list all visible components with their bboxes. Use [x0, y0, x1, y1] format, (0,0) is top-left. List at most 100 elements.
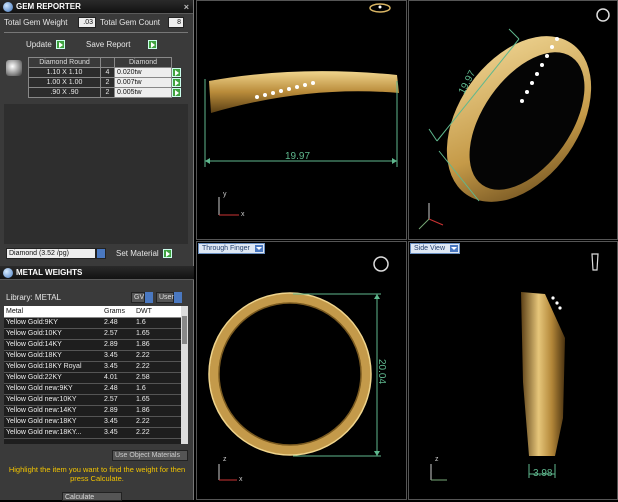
material-row: Diamond (3.52 /pg) Set Material: [6, 248, 172, 259]
left-panel: GEM REPORTER × Total Gem Weight .03 Tota…: [0, 0, 194, 501]
viewport-bottom-right[interactable]: Side View 3.98 z: [408, 241, 618, 500]
viewport-top-right[interactable]: 19.97: [408, 0, 618, 240]
library-label: Library: METAL: [6, 293, 61, 302]
diameter-dimension: 20.04: [376, 358, 388, 385]
ring-band: [209, 71, 399, 113]
table-row[interactable]: Yellow Gold:18KY 3.45 2.22: [4, 350, 182, 362]
user-checkbox[interactable]: [174, 292, 182, 303]
table-row[interactable]: Yellow Gold:9KY 2.48 1.6: [4, 317, 182, 329]
user-toggle[interactable]: User: [156, 292, 174, 303]
table-row[interactable]: Yellow Gold:14KY 2.89 1.86: [4, 339, 182, 351]
table-row[interactable]: Yellow Gold:22KY 4.01 2.58: [4, 372, 182, 384]
total-weight-field: .03: [78, 17, 96, 28]
metal-col-header: Metal: [4, 306, 102, 318]
use-object-materials[interactable]: Use Object Materials: [112, 450, 188, 461]
view-tab-side-view[interactable]: Side View: [410, 243, 461, 254]
gem-count: 2: [100, 87, 115, 98]
update-button[interactable]: [55, 40, 65, 49]
table-row[interactable]: .90 X .90 2 0.005tw: [28, 87, 172, 98]
total-weight-row: Total Gem Weight .03 Total Gem Count 8: [4, 17, 184, 28]
update-row: Update: [26, 40, 65, 49]
gv-checkbox[interactable]: [145, 292, 153, 303]
ring-side-render: [430, 253, 599, 481]
gem-row-button[interactable]: [172, 78, 181, 87]
metal-list: Metal Grams DWT Yellow Gold:9KY 2.48 1.6 Ye…: [4, 306, 188, 444]
view-tab-label: Through Finger: [202, 245, 250, 252]
metal-cell-metal: Yellow Gold new:14KY: [4, 405, 102, 417]
axis-x-label: x: [241, 211, 245, 218]
metal-icon: [3, 268, 13, 278]
save-report-button[interactable]: [148, 40, 158, 49]
gem-header-diamond: Diamond: [114, 57, 172, 68]
set-material-button[interactable]: [162, 249, 172, 258]
metal-cell-grams: 2.57: [102, 328, 134, 340]
gem-table: Diamond Round Diamond 1.10 X 1.10 4 0.02…: [28, 57, 172, 98]
gem-ct: 0.020tw: [114, 67, 172, 78]
library-toggles: GV User: [131, 292, 182, 303]
table-row[interactable]: Yellow Gold:18KY Royal 3.45 2.22: [4, 361, 182, 373]
chevron-down-icon[interactable]: [96, 248, 106, 259]
divider: [4, 32, 188, 33]
metal-cell-dwt: 1.65: [134, 328, 182, 340]
metal-cell-metal: Yellow Gold new:9KY: [4, 383, 102, 395]
scrollbar[interactable]: [181, 306, 188, 444]
metal-cell-metal: Yellow Gold new:10KY: [4, 394, 102, 406]
metal-cell-metal: Yellow Gold new:18KY...: [4, 427, 102, 439]
viewport-bottom-left[interactable]: Through Finger 20.04 z x: [196, 241, 407, 500]
ring-thumbnail-icon: [596, 8, 610, 22]
gem-reporter-header: GEM REPORTER ×: [0, 0, 193, 14]
metal-weights-header: METAL WEIGHTS: [0, 266, 194, 280]
metal-weights-title: METAL WEIGHTS: [16, 268, 83, 277]
gem-row-buttons: [172, 68, 181, 97]
table-row[interactable]: 1.10 X 1.10 4 0.020tw: [28, 67, 172, 78]
gem-row-button[interactable]: [172, 88, 181, 97]
metal-cell-grams: 4.01: [102, 372, 134, 384]
material-select[interactable]: Diamond (3.52 /pg): [6, 248, 96, 259]
width-dimension: 19.97: [285, 151, 311, 162]
table-row[interactable]: Yellow Gold:10KY 2.57 1.65: [4, 328, 182, 340]
table-row[interactable]: 1.00 X 1.00 2 0.007tw: [28, 77, 172, 88]
gem-size: 1.00 X 1.00: [28, 77, 101, 88]
gem-header-count: [100, 57, 115, 68]
metal-cell-metal: Yellow Gold new:18KY: [4, 416, 102, 428]
close-icon[interactable]: ×: [184, 0, 189, 14]
gem-count: 2: [100, 77, 115, 88]
table-row[interactable]: Yellow Gold new:14KY 2.89 1.86: [4, 405, 182, 417]
table-row[interactable]: Yellow Gold new:18KY... 3.45 2.22: [4, 427, 182, 439]
gem-header-shape: Diamond Round: [28, 57, 101, 68]
metal-cell-grams: 3.45: [102, 350, 134, 362]
diamond-icon: [6, 60, 22, 76]
update-label: Update: [26, 40, 52, 49]
chevron-down-icon[interactable]: [254, 245, 263, 252]
metal-cell-grams: 2.57: [102, 394, 134, 406]
gem-row-button[interactable]: [172, 68, 181, 77]
total-weight-label: Total Gem Weight: [4, 18, 68, 27]
gem-size: 1.10 X 1.10: [28, 67, 101, 78]
scrollbar-thumb[interactable]: [182, 316, 187, 344]
view-tab-label: Side View: [414, 245, 446, 252]
table-row[interactable]: Yellow Gold new:9KY 2.48 1.6: [4, 383, 182, 395]
metal-cell-metal: Yellow Gold:9KY: [4, 317, 102, 329]
gem-icon: [3, 2, 13, 12]
ring-perspective-render: [418, 8, 610, 230]
save-report-label: Save Report: [86, 40, 131, 49]
chevron-down-icon[interactable]: [450, 245, 459, 252]
metal-cell-dwt: 1.86: [134, 405, 182, 417]
metal-cell-dwt: 2.22: [134, 350, 182, 362]
table-row[interactable]: Yellow Gold new:18KY 3.45 2.22: [4, 416, 182, 428]
ring-view-icon[interactable]: [368, 3, 392, 13]
view-tab-through-finger[interactable]: Through Finger: [198, 243, 265, 254]
gv-toggle[interactable]: GV: [131, 292, 145, 303]
metal-table: Metal Grams DWT Yellow Gold:9KY 2.48 1.6 Ye…: [4, 306, 182, 439]
gem-reporter-title: GEM REPORTER: [16, 2, 81, 11]
gem-ct: 0.005tw: [114, 87, 172, 98]
table-row[interactable]: Yellow Gold new:10KY 2.57 1.65: [4, 394, 182, 406]
metal-cell-metal: Yellow Gold:22KY: [4, 372, 102, 384]
total-count-field: 8: [168, 17, 184, 28]
metal-cell-dwt: 2.58: [134, 372, 182, 384]
metal-cell-dwt: 2.22: [134, 427, 182, 439]
axis-x-label: x: [239, 476, 243, 483]
use-object-materials-checkbox[interactable]: Use Object Materials: [112, 450, 188, 461]
viewport-top-left[interactable]: 19.97 y x: [196, 0, 407, 240]
metal-cell-dwt: 1.65: [134, 394, 182, 406]
